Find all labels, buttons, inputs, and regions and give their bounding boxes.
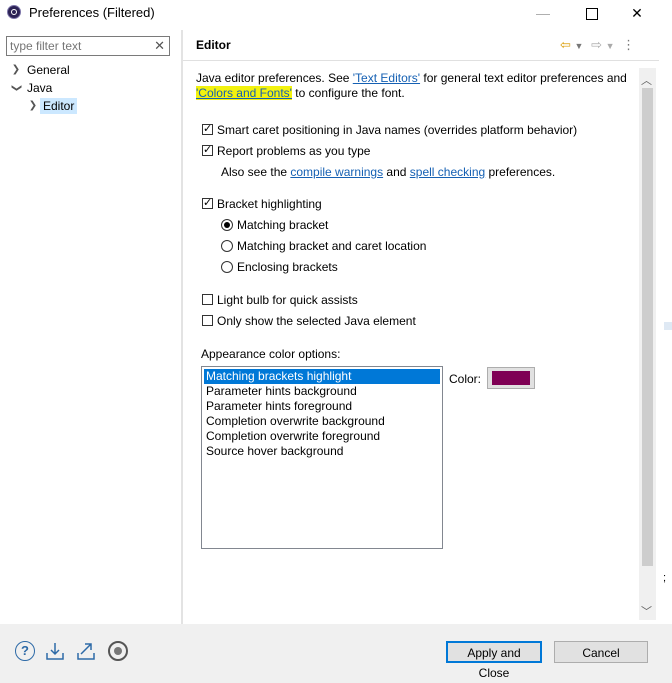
cancel-button[interactable]: Cancel bbox=[554, 641, 648, 663]
maximize-button[interactable] bbox=[569, 0, 615, 26]
spell-checking-link[interactable]: spell checking bbox=[410, 165, 485, 179]
maximize-icon bbox=[586, 8, 598, 21]
view-menu-icon[interactable]: ⋮ bbox=[622, 37, 635, 52]
chevron-down-icon[interactable]: ❯ bbox=[8, 83, 24, 93]
background-text: ; bbox=[663, 572, 667, 584]
record-icon[interactable] bbox=[108, 641, 128, 661]
intro-text: Java editor preferences. See bbox=[196, 71, 353, 85]
also-see-middle: and bbox=[383, 165, 410, 179]
also-see-prefix: Also see the bbox=[221, 165, 291, 179]
forward-menu-icon[interactable]: ▼ bbox=[606, 41, 615, 51]
report-problems-checkbox[interactable] bbox=[202, 143, 213, 156]
filter-field[interactable]: ✕ bbox=[6, 36, 170, 56]
scroll-up-icon[interactable]: ︿ bbox=[641, 72, 652, 88]
chevron-right-icon[interactable]: ❯ bbox=[28, 98, 38, 114]
list-item[interactable]: Parameter hints foreground bbox=[204, 399, 440, 414]
intro-line-1: Java editor preferences. See 'Text Edito… bbox=[196, 71, 627, 85]
apply-and-close-button[interactable]: Apply and Close bbox=[446, 641, 542, 680]
text-editors-link[interactable]: 'Text Editors' bbox=[353, 71, 420, 85]
page-navigation: ⇦ ▼ ⇨ ▼ ⋮ bbox=[560, 37, 635, 53]
enclosing-brackets-label[interactable]: Enclosing brackets bbox=[237, 260, 338, 274]
help-icon[interactable]: ? bbox=[15, 641, 35, 661]
intro-line-2: 'Colors and Fonts' to configure the font… bbox=[196, 86, 405, 100]
only-selected-label[interactable]: Only show the selected Java element bbox=[217, 314, 416, 328]
tree-item-label: General bbox=[27, 63, 70, 77]
import-icon[interactable] bbox=[45, 641, 65, 661]
list-item[interactable]: Completion overwrite foreground bbox=[204, 429, 440, 444]
filter-input[interactable] bbox=[10, 38, 150, 54]
also-see-text: Also see the compile warnings and spell … bbox=[221, 165, 555, 179]
matching-bracket-caret-label[interactable]: Matching bracket and caret location bbox=[237, 239, 426, 253]
compile-warnings-link[interactable]: compile warnings bbox=[290, 165, 383, 179]
matching-bracket-radio[interactable] bbox=[221, 219, 233, 231]
list-item[interactable]: Completion overwrite background bbox=[204, 414, 440, 429]
color-label: Color: bbox=[449, 372, 482, 386]
close-button[interactable]: ✕ bbox=[614, 0, 660, 26]
only-selected-checkbox[interactable] bbox=[202, 315, 213, 326]
report-problems-label[interactable]: Report problems as you type bbox=[217, 144, 370, 158]
back-menu-icon[interactable]: ▼ bbox=[575, 41, 584, 51]
color-picker-button[interactable] bbox=[487, 367, 535, 389]
forward-arrow-icon[interactable]: ⇨ bbox=[591, 37, 602, 52]
appearance-color-list[interactable]: Matching brackets highlight Parameter hi… bbox=[201, 366, 443, 549]
back-arrow-icon[interactable]: ⇦ bbox=[560, 37, 571, 52]
export-icon[interactable] bbox=[76, 641, 96, 661]
matching-bracket-label[interactable]: Matching bracket bbox=[237, 218, 328, 232]
chevron-right-icon[interactable]: ❯ bbox=[11, 62, 21, 78]
page-title: Editor bbox=[196, 38, 231, 52]
bracket-highlighting-checkbox[interactable] bbox=[202, 196, 213, 209]
header-separator bbox=[183, 60, 659, 61]
list-item[interactable]: Parameter hints background bbox=[204, 384, 440, 399]
window-title: Preferences (Filtered) bbox=[29, 5, 155, 20]
enclosing-brackets-radio[interactable] bbox=[221, 261, 233, 273]
matching-bracket-caret-radio[interactable] bbox=[221, 240, 233, 252]
title-bar: Preferences (Filtered) — ✕ bbox=[0, 0, 672, 26]
preferences-window: Preferences (Filtered) — ✕ ✕ ❯ General ❯… bbox=[0, 0, 672, 680]
list-item[interactable]: Matching brackets highlight bbox=[204, 369, 440, 384]
appearance-label: Appearance color options: bbox=[201, 347, 341, 361]
tree-item-label: Editor bbox=[40, 98, 78, 114]
scroll-down-icon[interactable]: ﹀ bbox=[641, 603, 652, 619]
smart-caret-checkbox[interactable] bbox=[202, 122, 213, 135]
background-highlight bbox=[664, 322, 672, 330]
bracket-highlighting-label[interactable]: Bracket highlighting bbox=[217, 197, 322, 211]
color-swatch bbox=[492, 371, 530, 385]
eclipse-app-icon bbox=[7, 5, 21, 19]
minimize-button[interactable]: — bbox=[520, 0, 566, 26]
light-bulb-label[interactable]: Light bulb for quick assists bbox=[217, 293, 358, 307]
colors-and-fonts-link[interactable]: 'Colors and Fonts' bbox=[196, 86, 292, 100]
preference-tree-pane bbox=[0, 30, 180, 622]
smart-caret-label[interactable]: Smart caret positioning in Java names (o… bbox=[217, 123, 577, 137]
clear-filter-icon[interactable]: ✕ bbox=[154, 38, 165, 54]
light-bulb-checkbox[interactable] bbox=[202, 294, 213, 305]
intro-text: for general text editor preferences and bbox=[420, 71, 627, 85]
tree-item-label: Java bbox=[27, 81, 53, 95]
list-item[interactable]: Source hover background bbox=[204, 444, 440, 459]
intro-text: to configure the font. bbox=[291, 86, 405, 100]
scrollbar-thumb[interactable] bbox=[642, 88, 653, 566]
also-see-suffix: preferences. bbox=[485, 165, 556, 179]
